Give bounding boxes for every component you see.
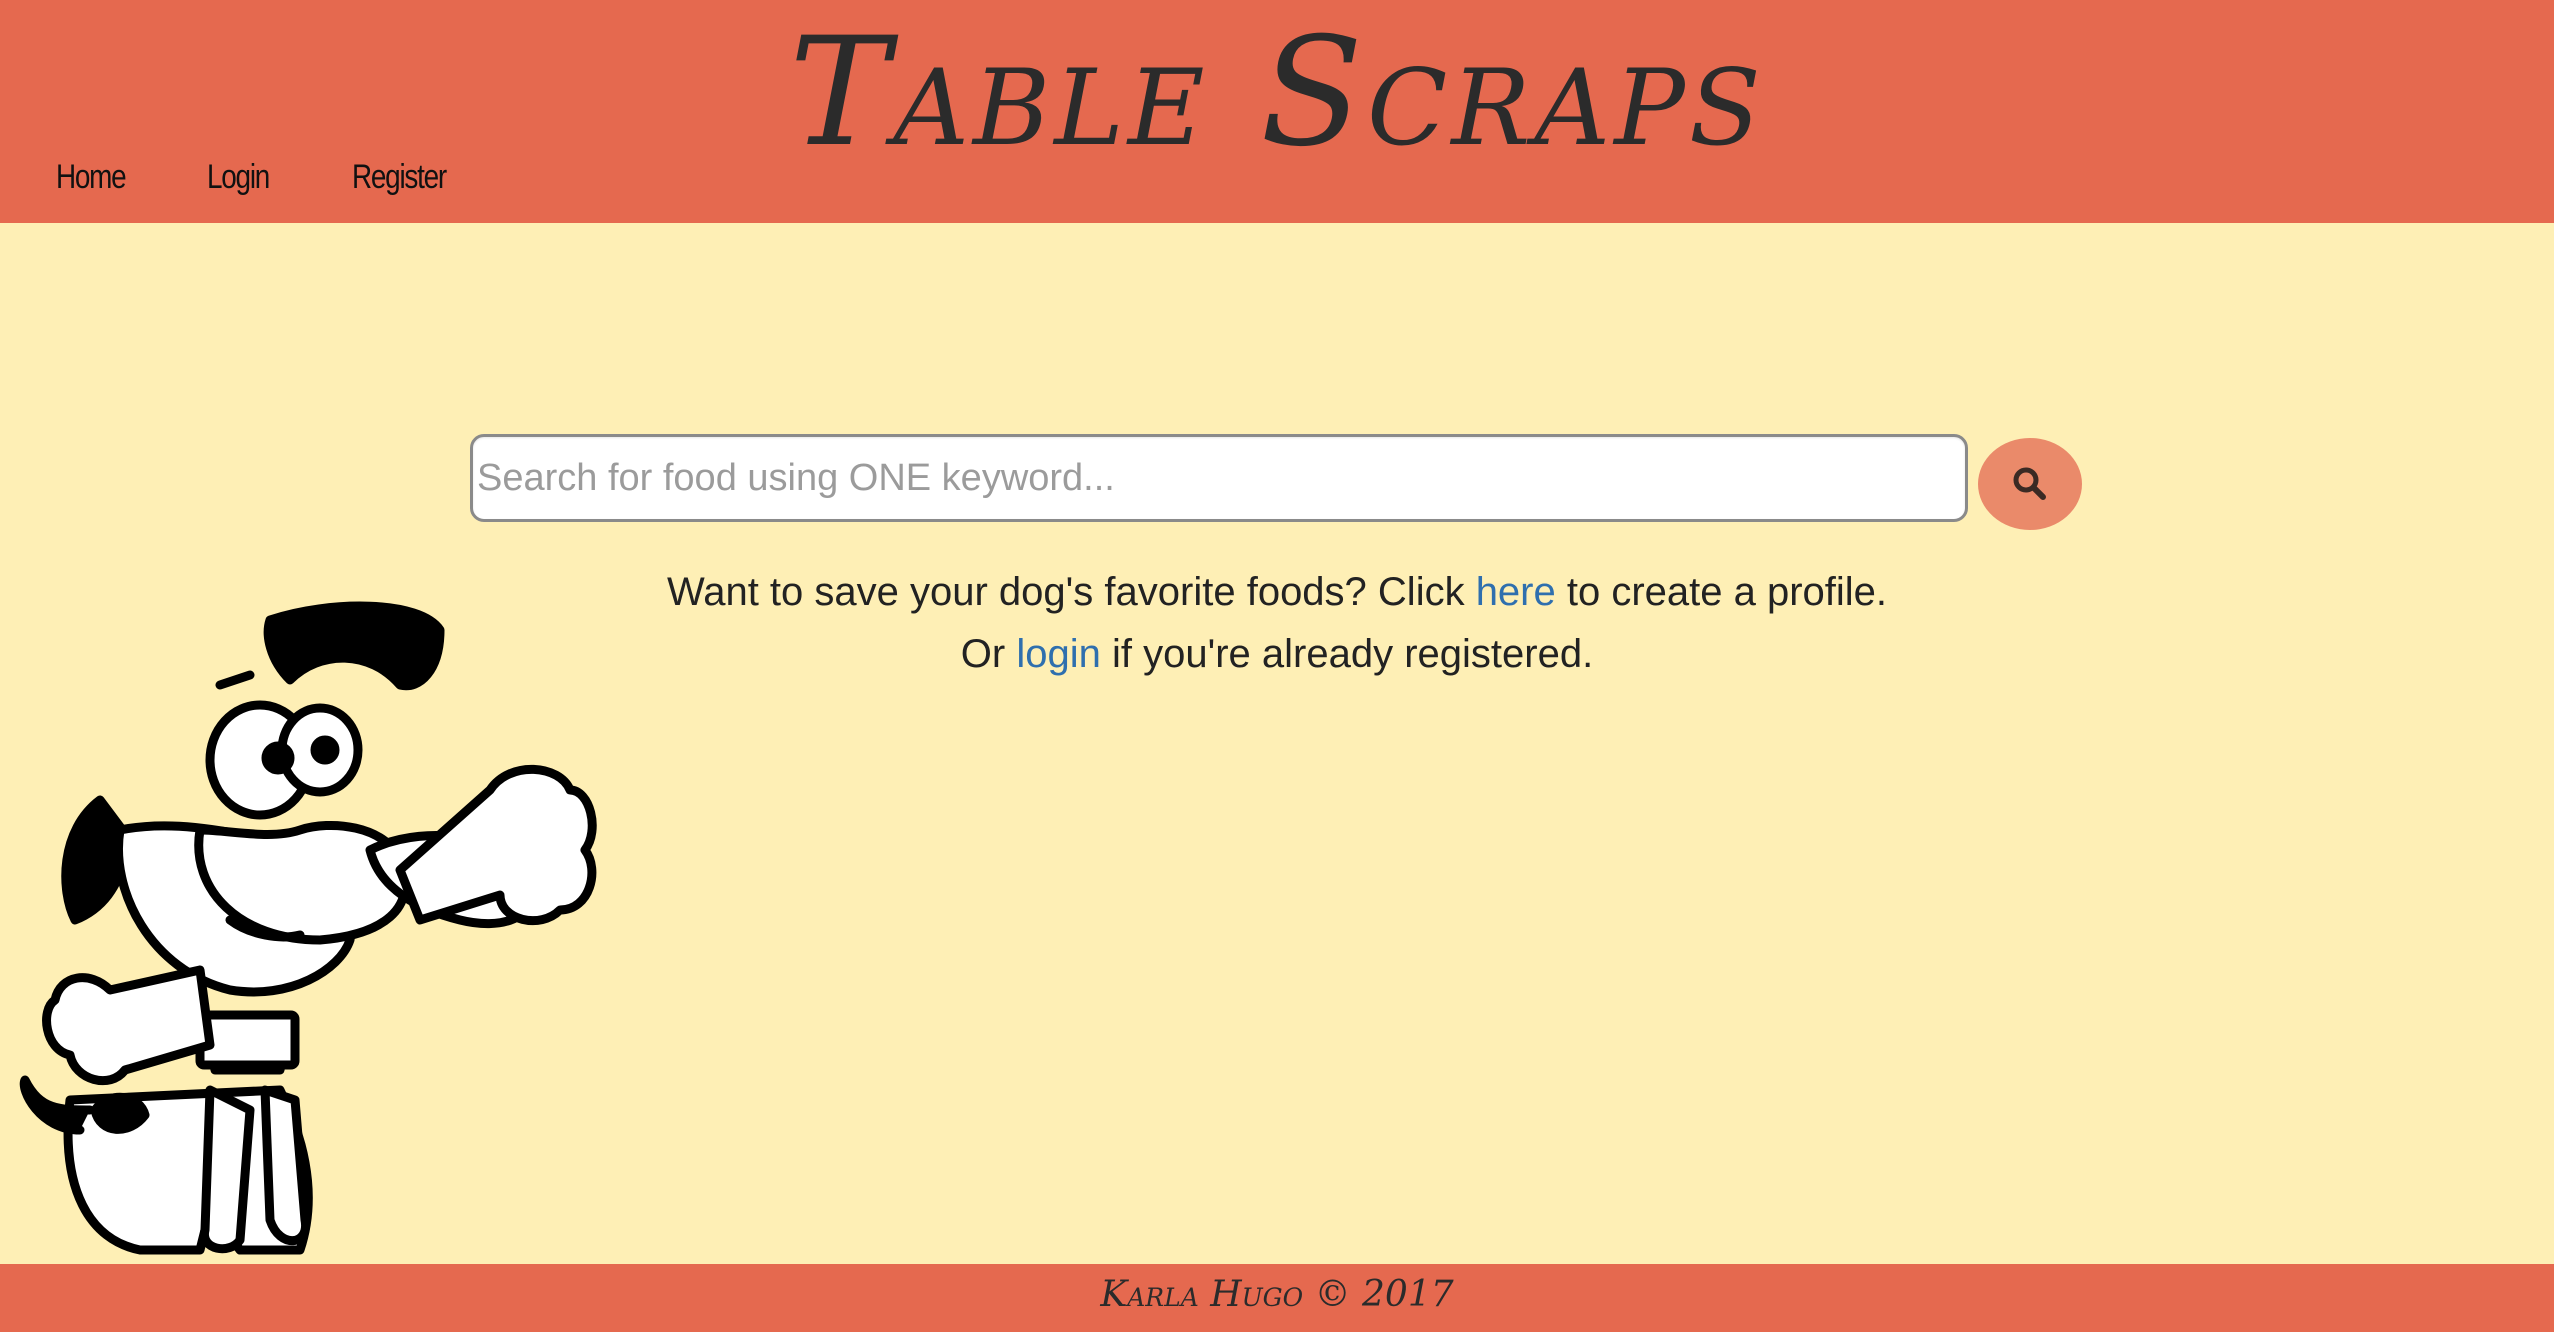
site-title: Table Scraps bbox=[789, 6, 1765, 180]
search-input[interactable] bbox=[473, 437, 1965, 519]
site-header: Table Scraps Home Login Register bbox=[0, 0, 2554, 223]
info-text: if you're already registered. bbox=[1100, 632, 1594, 676]
main-nav: Home Login Register bbox=[56, 158, 467, 197]
info-text: Or bbox=[960, 632, 1017, 676]
footer-copyright: Karla Hugo © 2017 bbox=[1100, 1274, 1454, 1315]
nav-login-link[interactable]: Login bbox=[207, 158, 270, 197]
site-footer: Karla Hugo © 2017 bbox=[0, 1264, 2554, 1332]
nav-register-link[interactable]: Register bbox=[352, 158, 447, 197]
register-here-link[interactable]: here bbox=[1476, 570, 1556, 614]
cartoon-dog-with-bone bbox=[19, 601, 597, 1255]
search-button[interactable] bbox=[1978, 438, 2082, 530]
search-field-wrapper bbox=[470, 434, 1968, 522]
nav-home-link[interactable]: Home bbox=[56, 158, 127, 197]
login-link[interactable]: login bbox=[1016, 632, 1101, 676]
search-icon bbox=[2013, 467, 2046, 500]
info-text: Want to save your dog's favorite foods? … bbox=[666, 570, 1476, 614]
info-text: to create a profile. bbox=[1555, 570, 1888, 614]
